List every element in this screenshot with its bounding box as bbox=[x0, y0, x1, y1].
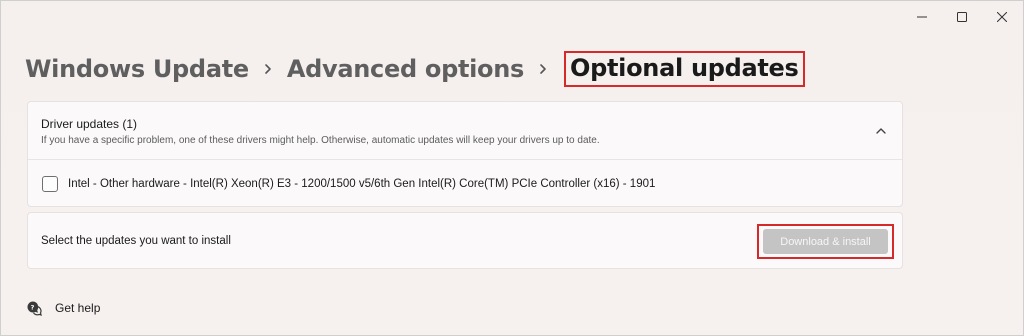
get-help-link[interactable]: ? Get help bbox=[25, 298, 100, 318]
minimize-icon bbox=[917, 16, 927, 18]
install-card: Select the updates you want to install D… bbox=[27, 212, 903, 269]
maximize-icon bbox=[957, 12, 967, 22]
breadcrumb-advanced-options[interactable]: Advanced options bbox=[287, 55, 524, 83]
get-help-icon: ? bbox=[27, 301, 42, 316]
driver-updates-description: If you have a specific problem, one of t… bbox=[41, 135, 600, 146]
svg-text:?: ? bbox=[31, 304, 35, 312]
driver-item-label: Intel - Other hardware - Intel(R) Xeon(R… bbox=[68, 178, 656, 190]
page-title: Optional updates bbox=[564, 51, 805, 87]
install-button-highlight: Download & install bbox=[757, 224, 894, 259]
close-icon bbox=[997, 12, 1007, 22]
breadcrumb-windows-update[interactable]: Windows Update bbox=[25, 55, 249, 83]
settings-window: Windows Update Advanced options Optional… bbox=[0, 0, 1024, 336]
chevron-right-icon bbox=[249, 49, 287, 89]
driver-updates-title: Driver updates (1) bbox=[41, 117, 138, 131]
driver-item[interactable]: Intel - Other hardware - Intel(R) Xeon(R… bbox=[28, 160, 902, 208]
driver-checkbox[interactable] bbox=[42, 176, 58, 192]
chevron-up-icon[interactable] bbox=[874, 124, 888, 138]
breadcrumb: Windows Update Advanced options Optional… bbox=[25, 49, 805, 89]
get-help-label: Get help bbox=[55, 301, 101, 315]
chevron-right-icon bbox=[524, 49, 562, 89]
driver-updates-header[interactable]: Driver updates (1) If you have a specifi… bbox=[28, 102, 902, 160]
install-prompt: Select the updates you want to install bbox=[41, 235, 231, 247]
driver-updates-card: Driver updates (1) If you have a specifi… bbox=[27, 101, 903, 207]
download-install-button[interactable]: Download & install bbox=[763, 229, 888, 254]
close-button[interactable] bbox=[979, 1, 1024, 33]
